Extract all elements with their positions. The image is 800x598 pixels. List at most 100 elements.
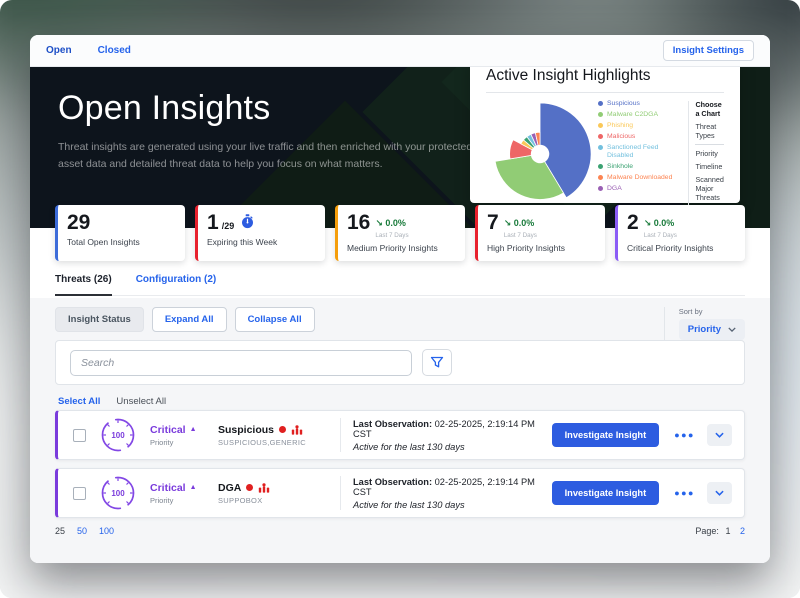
legend-label: Sinkhole — [607, 163, 633, 171]
filter-button[interactable] — [422, 349, 452, 376]
trend-down-arrow-icon: ↘ — [644, 218, 652, 228]
sort-dropdown-value: Priority — [688, 324, 721, 335]
legend-color-dot — [598, 101, 603, 106]
stat-value: 1 — [207, 212, 219, 233]
stat-label: Critical Priority Insights — [627, 243, 736, 254]
legend-label: DGA — [607, 185, 622, 193]
threat-subtitle: SUSPICIOUS,GENERIC — [218, 438, 340, 447]
legend-item[interactable]: Sanctioned Feed Disabled — [598, 144, 686, 161]
page-size-50[interactable]: 50 — [77, 526, 87, 536]
sort-dropdown[interactable]: Priority — [679, 319, 745, 340]
insight-row: 100 Critical▲ Priority DGA SUPPOBOX Last… — [55, 468, 745, 518]
page-description: Threat insights are generated using your… — [58, 139, 490, 173]
chart-menu-item[interactable]: Timeline — [695, 162, 724, 171]
screen: Open Closed Insight Settings Open Insigh… — [0, 0, 800, 598]
legend-item[interactable]: Suspicious — [598, 100, 686, 108]
choose-a-chart-heading: Choose a Chart — [695, 100, 724, 118]
row-checkbox[interactable] — [73, 487, 86, 500]
priority-caption: Priority — [150, 438, 214, 447]
priority-gauge-icon: 100 — [99, 474, 137, 512]
stat-value: 2 — [627, 212, 639, 233]
legend-item[interactable]: Phishing — [598, 122, 686, 130]
stats-card-row: 29 Total Open Insights 1 /29 Expiring th… — [55, 205, 745, 261]
investigate-insight-button[interactable]: Investigate Insight — [552, 423, 660, 447]
select-all-link[interactable]: Select All — [58, 396, 100, 407]
chart-menu-item[interactable]: Scanned Major Threats — [695, 175, 724, 202]
page-size-25[interactable]: 25 — [55, 526, 65, 536]
page-size-100[interactable]: 100 — [99, 526, 114, 536]
list-footer: 25 50 100 Page: 1 2 — [55, 526, 745, 536]
threats-section: Insight Status Expand All Collapse All S… — [30, 298, 770, 563]
unselect-all-link[interactable]: Unselect All — [116, 396, 166, 407]
stopwatch-icon — [241, 214, 254, 229]
tab-configuration[interactable]: Configuration (2) — [136, 274, 217, 295]
priority-caption: Priority — [150, 496, 214, 505]
search-input[interactable] — [70, 350, 412, 376]
legend-item[interactable]: Sinkhole — [598, 163, 686, 171]
legend-item[interactable]: Malware C2DGA — [598, 111, 686, 119]
chart-menu-item[interactable]: Priority — [695, 149, 724, 158]
stat-label: Medium Priority Insights — [347, 243, 456, 254]
top-navigation-bar: Open Closed Insight Settings — [30, 35, 770, 67]
stat-trend-caption: Last 7 Days — [504, 232, 537, 239]
tab-closed[interactable]: Closed — [98, 45, 131, 56]
chevron-down-icon — [715, 490, 724, 496]
page-label: Page: — [695, 526, 719, 536]
list-toolbar: Insight Status Expand All Collapse All S… — [55, 307, 745, 343]
threat-types-rose-chart — [486, 97, 598, 209]
legend-item[interactable]: Malware Downloaded — [598, 174, 686, 182]
collapse-all-button[interactable]: Collapse All — [235, 307, 315, 332]
stat-label: High Priority Insights — [487, 243, 596, 254]
threat-activity-icon — [291, 425, 303, 435]
tab-threats[interactable]: Threats (26) — [55, 274, 112, 296]
expand-row-button[interactable] — [707, 424, 732, 446]
row-checkbox[interactable] — [73, 429, 86, 442]
more-actions-button[interactable]: ●●● — [674, 430, 695, 440]
priority-level: Critical — [150, 424, 186, 436]
page-size-selector: 25 50 100 — [55, 526, 126, 536]
priority-gauge-icon: 100 — [99, 416, 137, 454]
legend-color-dot — [598, 112, 603, 117]
stat-trend-caption: Last 7 Days — [644, 232, 677, 239]
legend-item[interactable]: DGA — [598, 185, 686, 193]
divider — [664, 307, 665, 343]
pagination: Page: 1 2 — [695, 526, 745, 536]
svg-text:100: 100 — [111, 431, 125, 440]
chevron-down-icon — [728, 327, 736, 332]
stat-trend-caption: Last 7 Days — [375, 232, 408, 239]
insight-status-button[interactable]: Insight Status — [55, 307, 144, 332]
legend-label: Malware C2DGA — [607, 111, 658, 119]
last-observation-label: Last Observation: — [353, 419, 432, 429]
page-2-link[interactable]: 2 — [740, 526, 745, 536]
search-panel — [55, 340, 745, 385]
active-duration-note: Active for the last 130 days — [353, 500, 552, 510]
divider — [340, 418, 341, 452]
stat-label: Total Open Insights — [67, 237, 176, 248]
stat-label: Expiring this Week — [207, 237, 316, 248]
threat-subtitle: SUPPOBOX — [218, 496, 340, 505]
legend-label: Suspicious — [607, 100, 640, 108]
divider — [340, 476, 341, 510]
priority-level: Critical — [150, 482, 186, 494]
app-window: Open Closed Insight Settings Open Insigh… — [30, 35, 770, 563]
page-title: Open Insights — [58, 89, 490, 128]
legend-label: Malware Downloaded — [607, 174, 672, 182]
legend-color-dot — [598, 134, 603, 139]
stat-value: 7 — [487, 212, 499, 233]
expand-row-button[interactable] — [707, 482, 732, 504]
legend-label: Phishing — [607, 122, 633, 130]
investigate-insight-button[interactable]: Investigate Insight — [552, 481, 660, 505]
priority-triangle-icon: ▲ — [190, 484, 197, 491]
expand-all-button[interactable]: Expand All — [152, 307, 227, 332]
active-duration-note: Active for the last 130 days — [353, 442, 552, 452]
legend-color-dot — [598, 145, 603, 150]
stat-trend-block: ↘ 0.0% Last 7 Days — [644, 213, 677, 239]
more-actions-button[interactable]: ●●● — [674, 488, 695, 498]
stat-value: 16 — [347, 212, 370, 233]
stat-trend: ↘ 0.0% — [504, 218, 535, 228]
legend-item[interactable]: Malicious — [598, 133, 686, 141]
insight-settings-button[interactable]: Insight Settings — [663, 40, 754, 61]
svg-text:100: 100 — [111, 489, 125, 498]
chart-menu-item-threat-types[interactable]: Threat Types — [695, 122, 724, 145]
tab-open[interactable]: Open — [46, 45, 72, 56]
